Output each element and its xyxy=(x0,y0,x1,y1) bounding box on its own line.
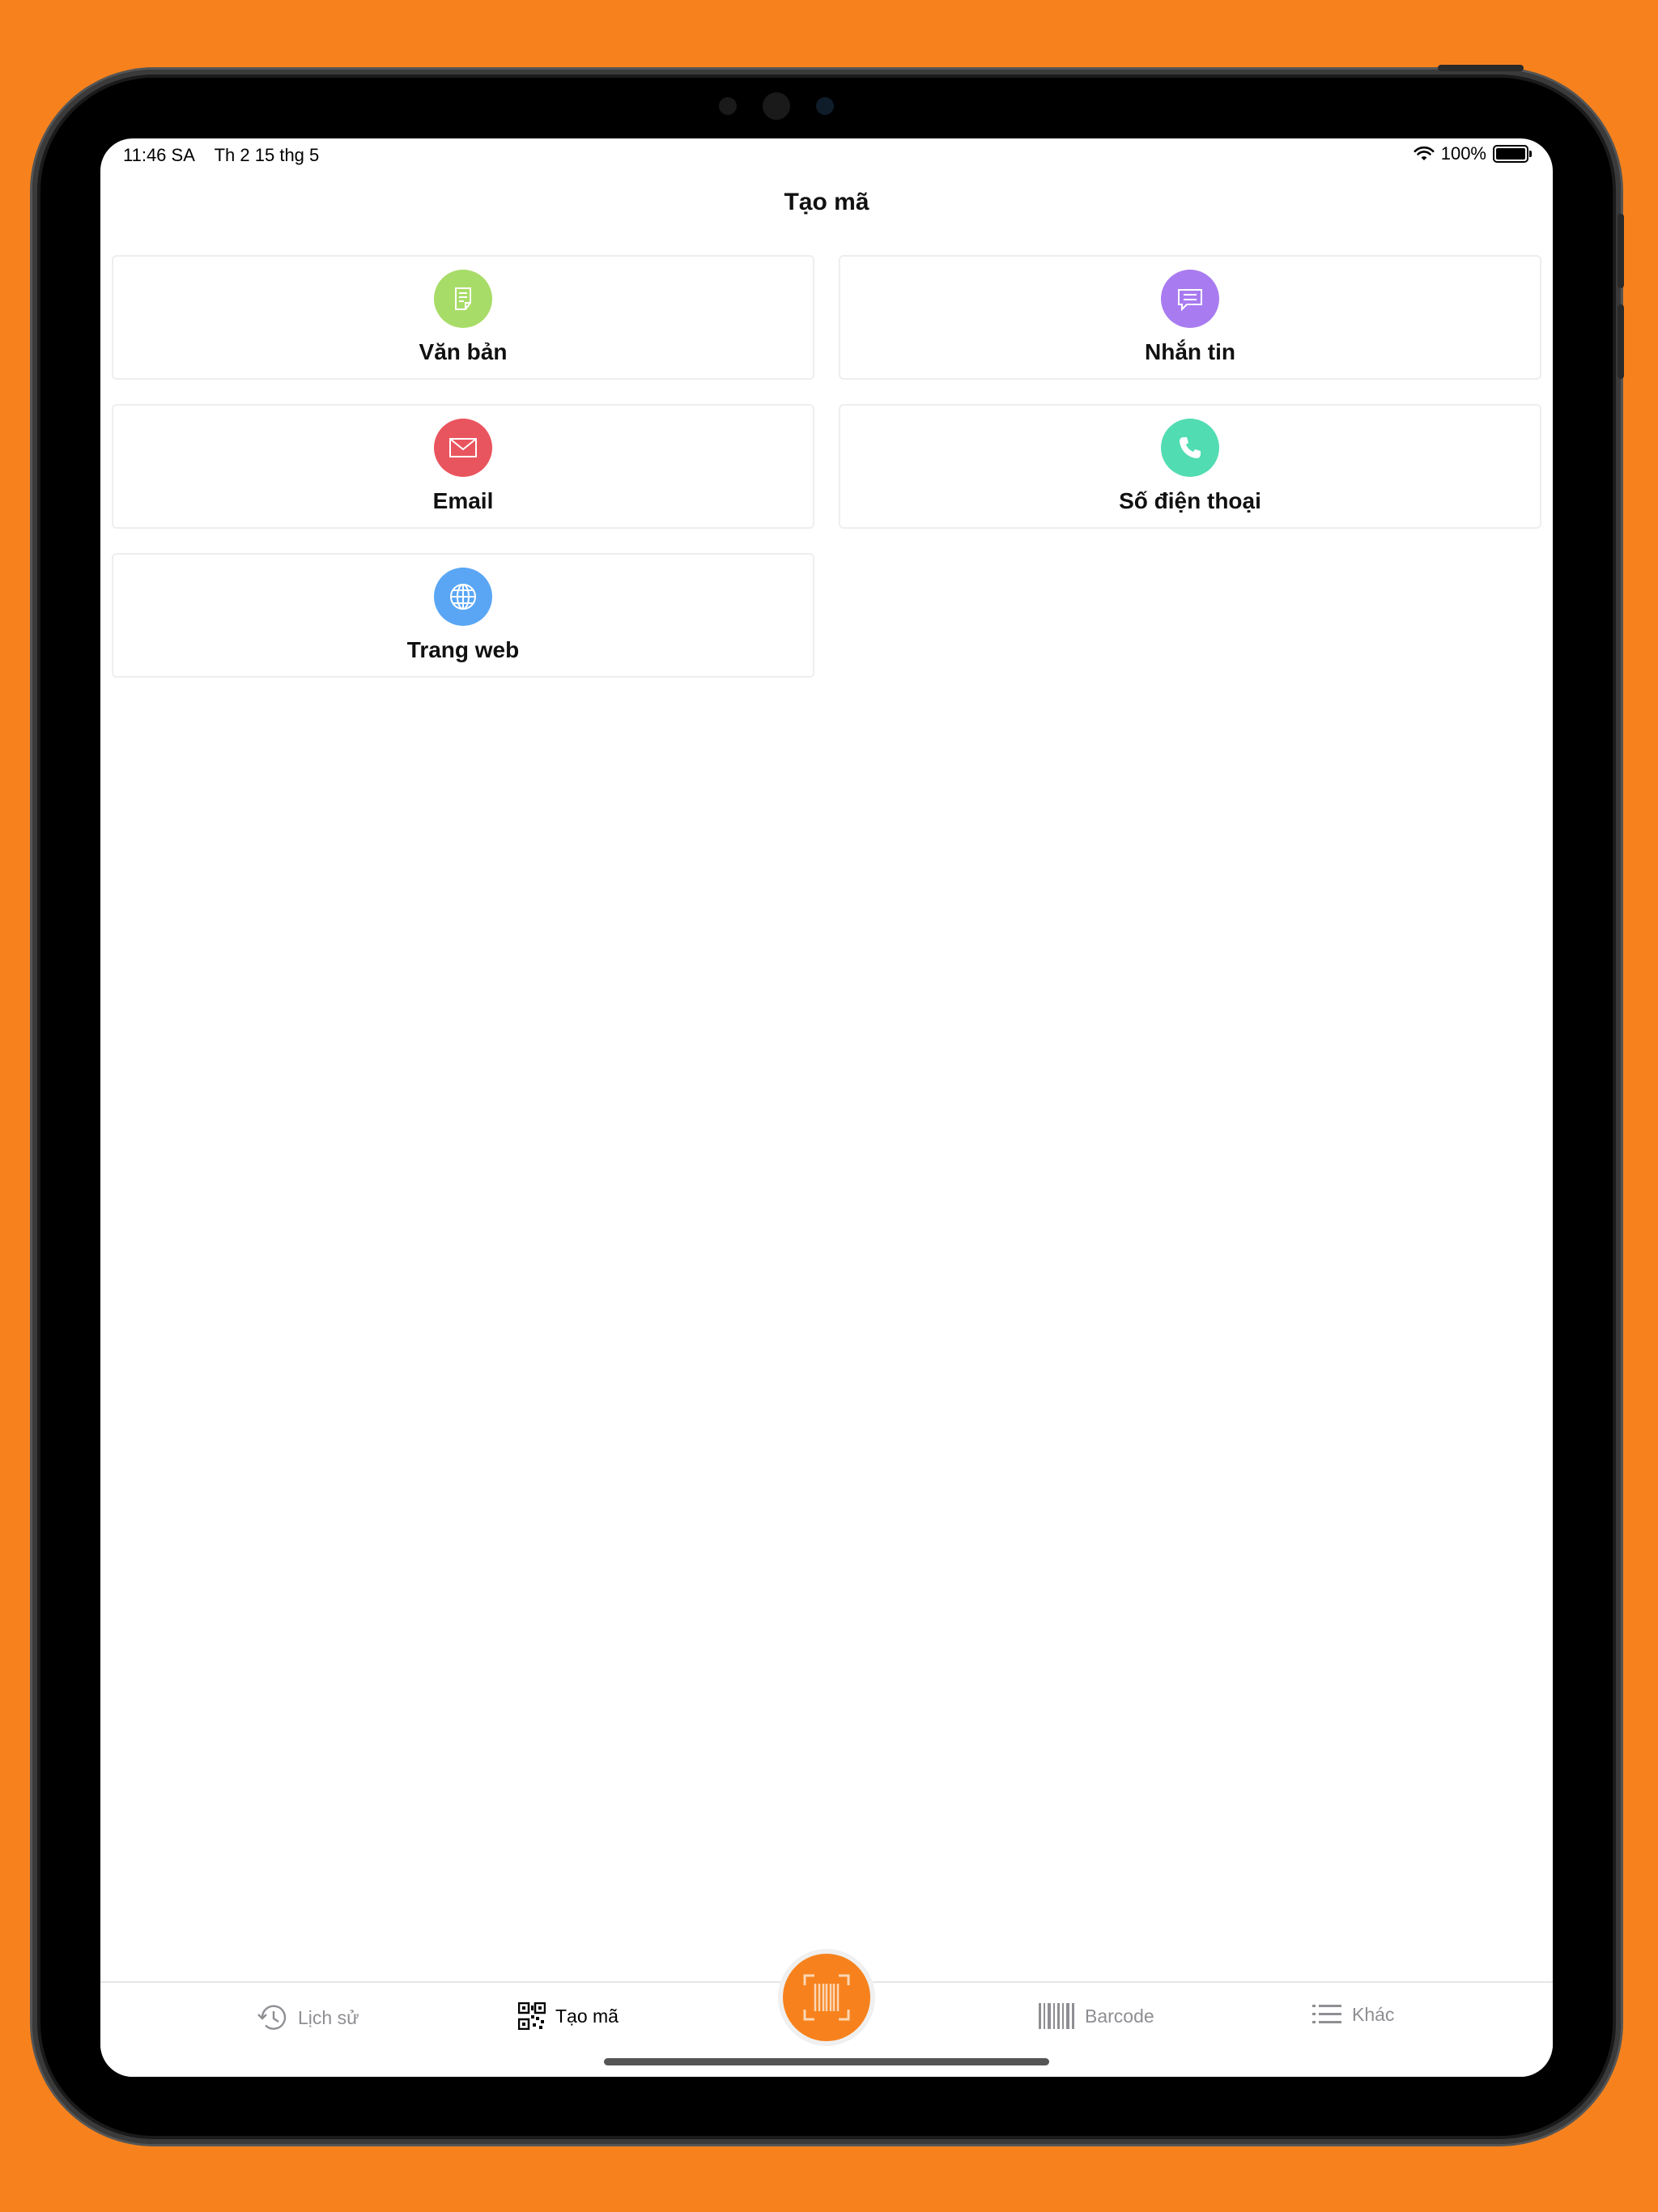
chat-bubble-icon xyxy=(1161,270,1219,328)
tab-history-label: Lịch sử xyxy=(298,2006,359,2028)
card-email[interactable]: Email xyxy=(112,404,814,529)
globe-icon xyxy=(434,568,492,626)
card-label: Email xyxy=(432,488,494,513)
tab-bar: Lịch sử Tạo mã Barcode Khác xyxy=(100,1949,1553,2077)
sensor xyxy=(763,92,790,120)
front-camera xyxy=(816,97,834,115)
envelope-icon xyxy=(434,419,492,477)
tab-history[interactable]: Lịch sử xyxy=(256,2002,359,2033)
card-text[interactable]: Văn bản xyxy=(112,255,814,380)
barcode-scan-icon xyxy=(803,1974,850,2021)
battery-icon xyxy=(1493,145,1532,163)
home-indicator[interactable] xyxy=(604,2058,1049,2065)
tab-create-label: Tạo mã xyxy=(555,2005,619,2027)
card-label: Nhắn tin xyxy=(1145,339,1235,364)
volume-down-button xyxy=(1618,304,1624,379)
barcode-icon xyxy=(1039,2003,1074,2029)
card-label: Số điện thoại xyxy=(1119,488,1261,513)
card-website[interactable]: Trang web xyxy=(112,553,814,678)
sensor xyxy=(719,97,737,115)
screen: 11:46 SA Th 2 15 thg 5 100% Tạo mã Văn b… xyxy=(100,138,1553,2077)
card-label: Trang web xyxy=(406,637,520,662)
wifi-icon xyxy=(1414,146,1435,160)
page-title: Tạo mã xyxy=(784,189,869,215)
phone-icon xyxy=(1161,419,1219,477)
tab-more[interactable]: Khác xyxy=(1312,2002,1394,2027)
tab-more-label: Khác xyxy=(1352,2003,1395,2025)
tab-barcode-label: Barcode xyxy=(1085,2005,1154,2027)
history-icon xyxy=(257,2005,287,2030)
card-sms[interactable]: Nhắn tin xyxy=(839,255,1541,380)
tab-create[interactable]: Tạo mã xyxy=(518,2002,619,2030)
card-label: Văn bản xyxy=(419,339,508,364)
volume-up-button xyxy=(1618,214,1624,288)
scan-button[interactable] xyxy=(778,1949,875,2046)
qr-code-icon xyxy=(518,2002,546,2030)
battery-percent: 100% xyxy=(1440,143,1486,164)
top-button xyxy=(1438,65,1524,71)
status-time: 11:46 SA xyxy=(123,145,195,165)
list-icon xyxy=(1312,2005,1341,2023)
document-icon xyxy=(434,270,492,328)
card-phone[interactable]: Số điện thoại xyxy=(839,404,1541,529)
status-date: Th 2 15 thg 5 xyxy=(214,145,320,165)
status-bar: 11:46 SA Th 2 15 thg 5 100% xyxy=(100,138,1553,171)
tab-barcode[interactable]: Barcode xyxy=(1038,2002,1154,2030)
